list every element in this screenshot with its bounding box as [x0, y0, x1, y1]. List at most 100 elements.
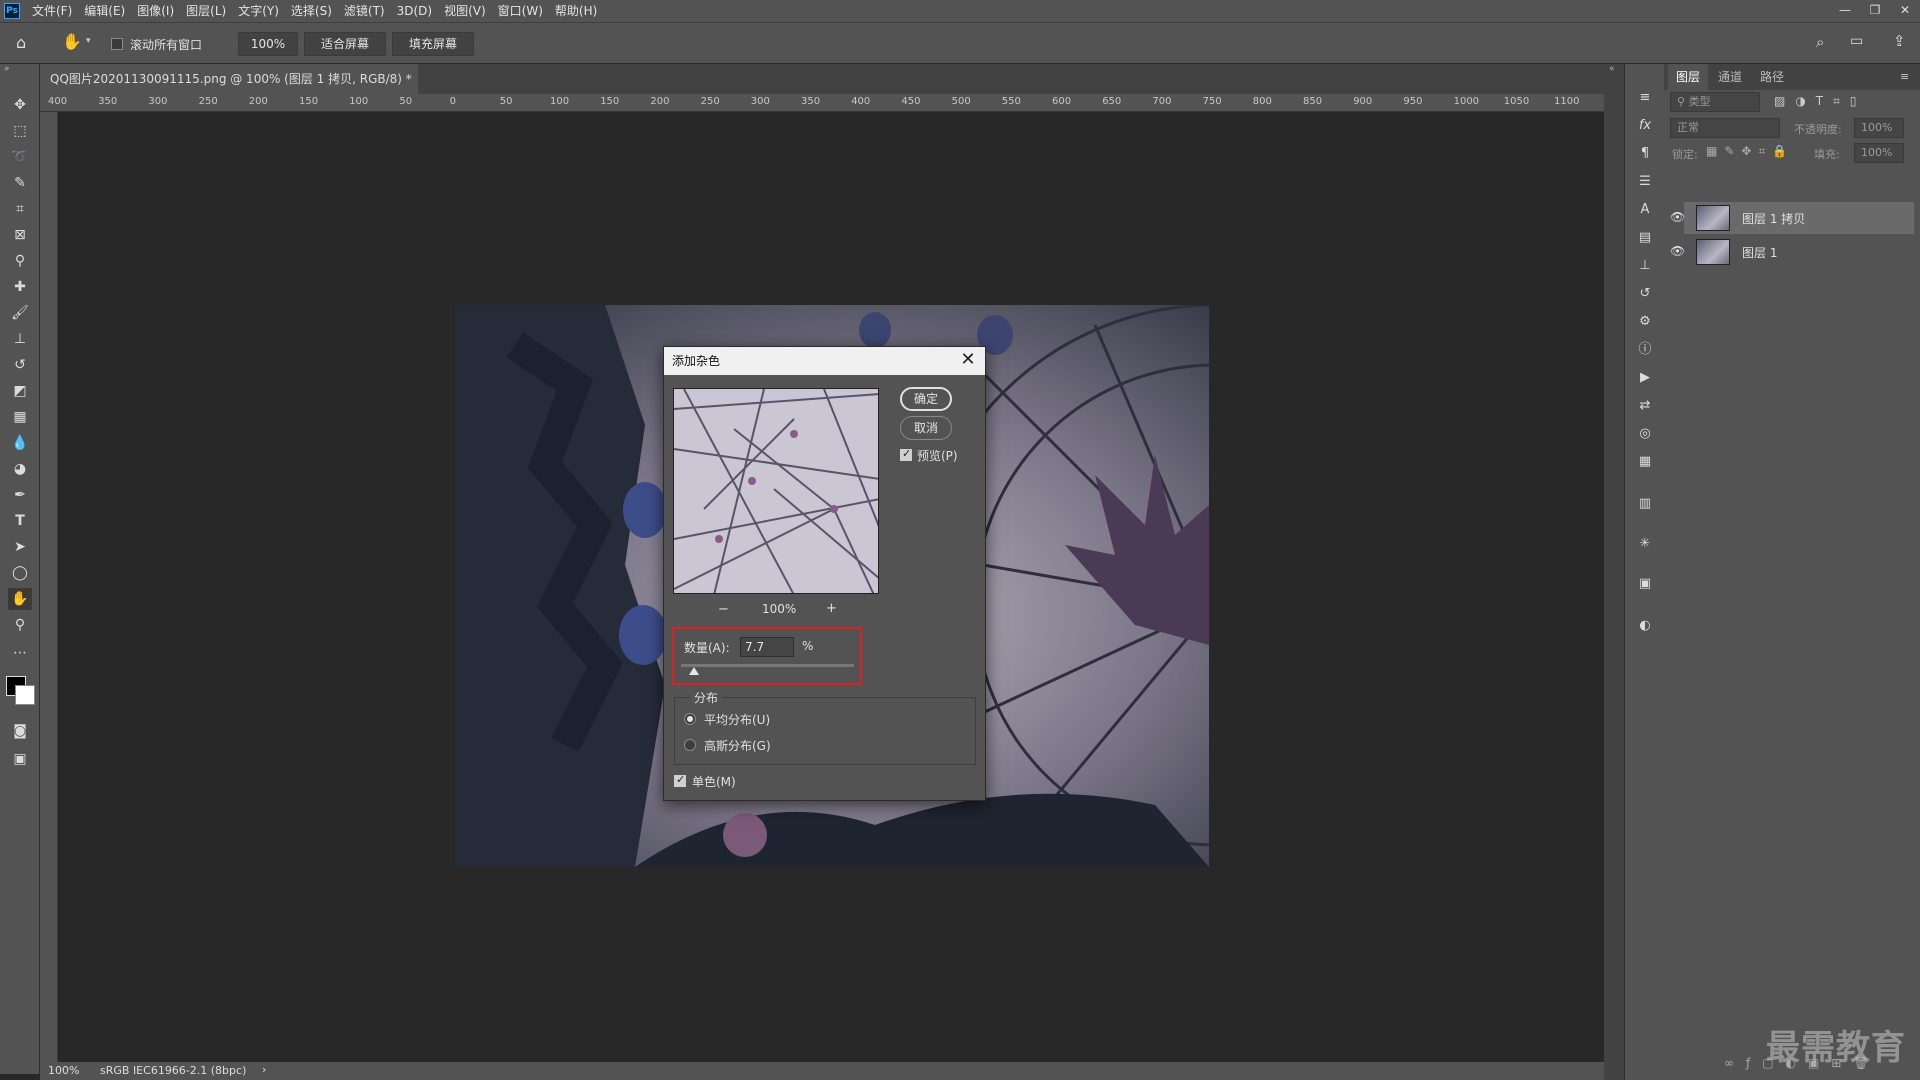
- dodge-tool-icon[interactable]: ◕: [8, 458, 32, 480]
- move-tool-icon[interactable]: ✥: [8, 94, 32, 116]
- tab-layers[interactable]: 图层: [1668, 64, 1709, 90]
- menu-item[interactable]: 3D(D): [391, 0, 438, 22]
- dialog-close-icon[interactable]: ✕: [957, 349, 979, 371]
- clone-stamp-tool-icon[interactable]: ⊥: [8, 328, 32, 350]
- screen-mode-icon[interactable]: ▣: [8, 748, 32, 770]
- layer-filter-icons[interactable]: ▨◑T⌗▯: [1774, 94, 1867, 109]
- lasso-tool-icon[interactable]: ➰: [8, 146, 32, 168]
- fit-screen-button[interactable]: 适合屏幕: [304, 32, 386, 56]
- tool-preset-chevron-down-icon[interactable]: ▾: [86, 36, 91, 46]
- eraser-tool-icon[interactable]: ◩: [8, 380, 32, 402]
- quick-selection-tool-icon[interactable]: ✎: [8, 172, 32, 194]
- history-brush-tool-icon[interactable]: ↺: [8, 354, 32, 376]
- eyedropper-tool-icon[interactable]: ⚲: [8, 250, 32, 272]
- comps-icon[interactable]: ▣: [1635, 574, 1655, 594]
- scroll-all-windows-checkbox[interactable]: [111, 38, 123, 50]
- healing-brush-tool-icon[interactable]: ✚: [8, 276, 32, 298]
- menu-item[interactable]: 窗口(W): [492, 0, 549, 22]
- minimize-button[interactable]: —: [1830, 0, 1860, 20]
- layer-row[interactable]: 👁 图层 1: [1670, 236, 1914, 268]
- monochromatic-checkbox[interactable]: [674, 773, 686, 787]
- menu-item[interactable]: 视图(V): [438, 0, 492, 22]
- fill-screen-button[interactable]: 填充屏幕: [392, 32, 474, 56]
- preview-checkbox[interactable]: [900, 447, 912, 461]
- marquee-tool-icon[interactable]: ⬚: [8, 120, 32, 142]
- workspace-icon[interactable]: ▭: [1850, 33, 1863, 49]
- libraries-icon[interactable]: ▤: [1635, 228, 1655, 248]
- home-icon[interactable]: ⌂: [16, 33, 26, 52]
- blend-mode-select[interactable]: 正常: [1670, 118, 1780, 138]
- tab-paths[interactable]: 路径: [1752, 64, 1792, 90]
- color-icon[interactable]: ◐: [1635, 616, 1655, 636]
- quick-mask-icon[interactable]: ◙: [8, 720, 32, 742]
- history-icon[interactable]: ↺: [1635, 284, 1655, 304]
- gaussian-distribution-radio[interactable]: [684, 739, 696, 751]
- uniform-distribution-radio[interactable]: [684, 713, 696, 725]
- tab-channels[interactable]: 通道: [1710, 64, 1750, 90]
- cancel-button[interactable]: 取消: [900, 416, 952, 440]
- table-icon[interactable]: ▦: [1635, 452, 1655, 472]
- hand-tool-icon[interactable]: ✋: [62, 32, 82, 51]
- menu-item[interactable]: 帮助(H): [549, 0, 603, 22]
- dock-collapse-icon[interactable]: «: [1609, 64, 1615, 74]
- blur-tool-icon[interactable]: 💧: [8, 432, 32, 454]
- visibility-eye-icon[interactable]: 👁: [1670, 210, 1685, 224]
- background-color-swatch[interactable]: [15, 685, 35, 705]
- lock-icons[interactable]: ▦✎✥⌗🔒: [1706, 144, 1794, 159]
- menu-item[interactable]: 文字(Y): [232, 0, 285, 22]
- zoom-level-field[interactable]: 100%: [238, 32, 298, 56]
- status-zoom[interactable]: 100%: [48, 1064, 79, 1077]
- zoom-tool-icon[interactable]: ⚲: [8, 614, 32, 636]
- pen-tool-icon[interactable]: ✒: [8, 484, 32, 506]
- document-tab[interactable]: QQ图片20201130091115.png @ 100% (图层 1 拷贝, …: [40, 64, 418, 116]
- hand-tool-selected-icon[interactable]: ✋: [8, 588, 32, 610]
- properties-icon[interactable]: ⚙: [1635, 312, 1655, 332]
- frame-tool-icon[interactable]: ⊠: [8, 224, 32, 246]
- status-menu-arrow-icon[interactable]: ›: [262, 1063, 266, 1076]
- ellipse-tool-icon[interactable]: ◯: [8, 562, 32, 584]
- glyphs-icon[interactable]: ✳: [1635, 534, 1655, 554]
- clone-source-icon[interactable]: ⊥: [1635, 256, 1655, 276]
- layer-filter-kind-select[interactable]: ⚲ 类型: [1670, 92, 1760, 112]
- amount-slider-track[interactable]: [681, 664, 854, 667]
- close-window-button[interactable]: ✕: [1890, 0, 1920, 20]
- search-icon[interactable]: ⌕: [1816, 33, 1824, 51]
- adjustments-icon[interactable]: ☰: [1635, 172, 1655, 192]
- restore-button[interactable]: ❐: [1860, 0, 1890, 20]
- fill-field[interactable]: 100%: [1854, 143, 1904, 163]
- styles-icon[interactable]: fx: [1635, 116, 1655, 136]
- type-tool-icon[interactable]: T: [8, 510, 32, 532]
- character-icon[interactable]: A: [1635, 200, 1655, 220]
- brush-tool-icon[interactable]: 🖌: [8, 302, 32, 324]
- ok-button[interactable]: 确定: [900, 387, 952, 411]
- info-icon[interactable]: ⓘ: [1635, 340, 1655, 360]
- menu-item[interactable]: 滤镜(T): [338, 0, 391, 22]
- share-icon[interactable]: ⇪: [1893, 32, 1906, 50]
- paragraph-icon[interactable]: ¶: [1635, 144, 1655, 164]
- layer-filter-placeholder: 类型: [1688, 95, 1711, 108]
- notes-icon[interactable]: ▥: [1635, 494, 1655, 514]
- swatches-icon[interactable]: ◎: [1635, 424, 1655, 444]
- menu-item[interactable]: 编辑(E): [78, 0, 131, 22]
- zoom-out-icon[interactable]: −: [718, 602, 729, 617]
- menu-item[interactable]: 图层(L): [180, 0, 232, 22]
- more-tools-icon[interactable]: ⋯: [8, 642, 32, 664]
- menu-item[interactable]: 选择(S): [285, 0, 338, 22]
- actions-play-icon[interactable]: ▶: [1635, 368, 1655, 388]
- brush-settings-icon[interactable]: ≡: [1635, 88, 1655, 108]
- amount-input[interactable]: 7.7: [740, 637, 794, 657]
- filter-preview[interactable]: [673, 388, 879, 594]
- path-selection-tool-icon[interactable]: ➤: [8, 536, 32, 558]
- zoom-in-icon[interactable]: +: [826, 601, 837, 616]
- crop-tool-icon[interactable]: ⌗: [8, 198, 32, 220]
- menu-item[interactable]: 文件(F): [26, 0, 78, 22]
- navigator-icon[interactable]: ⇄: [1635, 396, 1655, 416]
- menu-item[interactable]: 图像(I): [131, 0, 180, 22]
- layer-row[interactable]: 👁 图层 1 拷贝: [1670, 202, 1914, 234]
- amount-slider-thumb[interactable]: [689, 667, 700, 675]
- toolbar-collapse-icon[interactable]: »: [4, 64, 10, 74]
- panel-menu-icon[interactable]: ≡: [1900, 70, 1909, 83]
- visibility-eye-icon[interactable]: 👁: [1670, 244, 1685, 258]
- gradient-tool-icon[interactable]: ▦: [8, 406, 32, 428]
- opacity-field[interactable]: 100%: [1854, 118, 1904, 138]
